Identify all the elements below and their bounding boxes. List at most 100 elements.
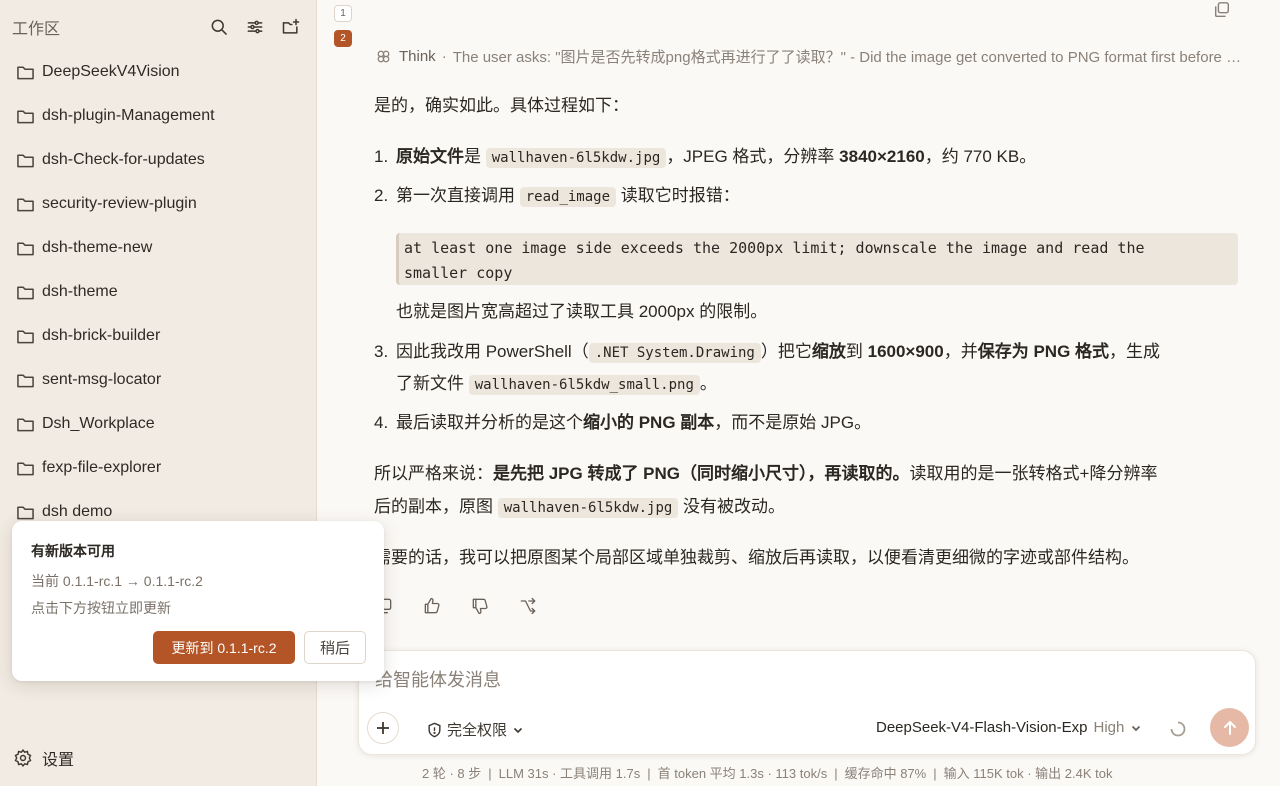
folder-icon xyxy=(17,110,34,123)
folder-item[interactable]: dsh-brick-builder xyxy=(0,314,316,358)
settings-button[interactable]: 设置 xyxy=(13,746,74,770)
folder-item[interactable]: dsh-Check-for-updates xyxy=(0,138,316,182)
arrow-up-icon xyxy=(1223,720,1236,735)
popup-title: 有新版本可用 xyxy=(31,543,115,559)
settings-label: 设置 xyxy=(42,752,75,769)
folder-label: dsh-Check-for-updates xyxy=(42,151,205,168)
model-name: DeepSeek-V4-Flash-Vision-Exp xyxy=(876,719,1088,736)
copy-icon[interactable] xyxy=(1213,1,1233,21)
chevron-down-icon xyxy=(513,727,523,733)
folder-label: security-review-plugin xyxy=(42,195,197,212)
permission-selector[interactable]: 完全权限 xyxy=(427,719,524,740)
folder-item[interactable]: security-review-plugin xyxy=(0,182,316,226)
stat-llm: LLM 31s · 工具调用 1.7s xyxy=(498,766,641,781)
stat-rounds: 2 轮 · 8 步 xyxy=(422,766,482,781)
add-attachment-button[interactable] xyxy=(367,712,399,744)
message-composer: 完全权限 DeepSeek-V4-Flash-Vision-Exp High xyxy=(358,650,1256,755)
thinking-summary[interactable]: Think · The user asks: "图片是否先转成png格式再进行了… xyxy=(375,46,1245,67)
list-item-2-note: 也就是图片宽高超过了读取工具 2000px 的限制。 xyxy=(396,302,768,321)
chevron-down-icon xyxy=(1132,725,1141,731)
folder-label: dsh-theme xyxy=(42,283,118,300)
permission-label: 完全权限 xyxy=(447,722,508,739)
quote-line: smaller copy xyxy=(404,264,513,282)
message-input[interactable] xyxy=(375,665,1075,695)
folder-icon xyxy=(17,374,34,387)
model-selector[interactable]: DeepSeek-V4-Flash-Vision-Exp High xyxy=(876,719,1142,736)
workspace-title: 工作区 xyxy=(12,21,61,38)
folder-label: sent-msg-locator xyxy=(42,371,162,388)
stat-cache: 缓存命中 87% xyxy=(844,766,927,781)
folder-label: fexp-file-explorer xyxy=(42,459,162,476)
later-button[interactable]: 稍后 xyxy=(304,631,366,664)
update-now-button[interactable]: 更新到 0.1.1-rc.2 xyxy=(153,631,295,664)
inline-code: wallhaven-6l5kdw.jpg xyxy=(485,148,667,168)
folder-label: dsh-plugin-Management xyxy=(42,107,215,124)
update-available-popup: 有新版本可用 当前 0.1.1-rc.1 → 0.1.1-rc.2 点击下方按钮… xyxy=(12,521,384,681)
folder-item[interactable]: fexp-file-explorer xyxy=(0,446,316,490)
think-separator: · xyxy=(441,48,447,65)
folder-icon xyxy=(17,506,34,519)
new-folder-icon[interactable] xyxy=(280,16,302,38)
list-item-1: 1. 原始文件是 wallhaven-6l5kdw.jpg ，JPEG 格式，分辨率… xyxy=(374,147,1037,168)
reasoning-level: High xyxy=(1093,719,1125,736)
update-hint: 点击下方按钮立即更新 xyxy=(31,600,171,616)
folder-icon xyxy=(17,66,34,79)
stat-first-token: 首 token 平均 1.3s · 113 tok/s xyxy=(657,766,828,781)
folder-label: dsh-theme-new xyxy=(42,239,153,256)
folder-item[interactable]: dsh-theme xyxy=(0,270,316,314)
inline-code: wallhaven-6l5kdw.jpg xyxy=(497,498,679,518)
answer-intro: 是的，确实如此。具体过程如下： xyxy=(374,96,629,115)
folder-item[interactable]: sent-msg-locator xyxy=(0,358,316,402)
message-pager: 1 2 xyxy=(334,5,352,47)
folder-label: dsh demo xyxy=(42,503,113,520)
list-item-3-cont: 了新文件 wallhaven-6l5kdw_small.png。 xyxy=(396,374,717,395)
folder-label: dsh-brick-builder xyxy=(42,327,161,344)
list-item-2: 2. 第一次直接调用 read_image 读取它时报错： xyxy=(374,186,740,207)
think-label: Think xyxy=(399,48,436,65)
message-actions xyxy=(374,596,540,618)
folder-icon xyxy=(17,462,34,475)
inline-code: read_image xyxy=(519,187,617,207)
folder-icon xyxy=(17,286,34,299)
folder-icon xyxy=(17,418,34,431)
folder-item[interactable]: dsh-theme-new xyxy=(0,226,316,270)
shield-icon xyxy=(428,722,441,737)
folder-icon xyxy=(17,330,34,343)
inline-code: wallhaven-6l5kdw_small.png xyxy=(468,375,700,395)
sidebar-header: 工作区 xyxy=(12,14,302,40)
think-text: The user asks: "图片是否先转成png格式再进行了了读取？" - … xyxy=(452,49,1245,66)
list-item-4: 4. 最后读取并分析的是这个缩小的 PNG 副本，而不是原始 JPG。 xyxy=(374,413,872,432)
search-icon[interactable] xyxy=(208,16,230,38)
summary-line-2: 后的副本，原图 wallhaven-6l5kdw.jpg 没有被改动。 xyxy=(374,497,786,518)
thumbs-down-icon[interactable] xyxy=(470,596,492,618)
closing-paragraph: 需要的话，我可以把原图某个局部区域单独裁剪、缩放后再读取，以便看清更细微的字迹或… xyxy=(374,548,1139,567)
stat-tokens: 输入 115K tok · 输出 2.4K tok xyxy=(943,766,1113,781)
folder-icon xyxy=(17,242,34,255)
folder-list: DeepSeekV4Vision dsh-plugin-Management d… xyxy=(0,50,316,534)
quote-line: at least one image side exceeds the 2000… xyxy=(404,239,1145,257)
folder-icon xyxy=(17,154,34,167)
thinking-icon xyxy=(377,50,390,63)
folder-label: Dsh_Workplace xyxy=(42,415,155,432)
summary-line-1: 所以严格来说：是先把 JPG 转成了 PNG（同时缩小尺寸），再读取的。读取用的… xyxy=(374,464,1158,483)
branch-icon[interactable] xyxy=(518,596,540,618)
stats-status-bar: 2 轮 · 8 步 | LLM 31s · 工具调用 1.7s | 首 token 平均… xyxy=(422,766,1113,781)
page-chip-1[interactable]: 1 xyxy=(334,5,352,22)
thumbs-up-icon[interactable] xyxy=(422,596,444,618)
folder-icon xyxy=(17,198,34,211)
error-quote-block: at least one image side exceeds the 2000… xyxy=(396,233,1238,285)
plus-icon xyxy=(377,722,389,734)
folder-label: DeepSeekV4Vision xyxy=(42,63,180,80)
folder-item[interactable]: Dsh_Workplace xyxy=(0,402,316,446)
list-item-3: 3. 因此我改用 PowerShell（ .NET System.Drawing ）把… xyxy=(374,342,1161,363)
folder-item[interactable]: DeepSeekV4Vision xyxy=(0,50,316,94)
folder-item[interactable]: dsh-plugin-Management xyxy=(0,94,316,138)
filter-settings-icon[interactable] xyxy=(244,16,266,38)
send-button[interactable] xyxy=(1210,708,1249,747)
loading-spinner-icon xyxy=(1170,721,1186,737)
version-info: 当前 0.1.1-rc.1 → 0.1.1-rc.2 xyxy=(31,573,203,589)
inline-code: .NET System.Drawing xyxy=(588,343,761,363)
page-chip-2[interactable]: 2 xyxy=(334,30,352,47)
chat-main: 1 2 Think · The user asks: "图片是否先转成png格式… xyxy=(318,0,1280,786)
gear-icon xyxy=(14,748,32,768)
